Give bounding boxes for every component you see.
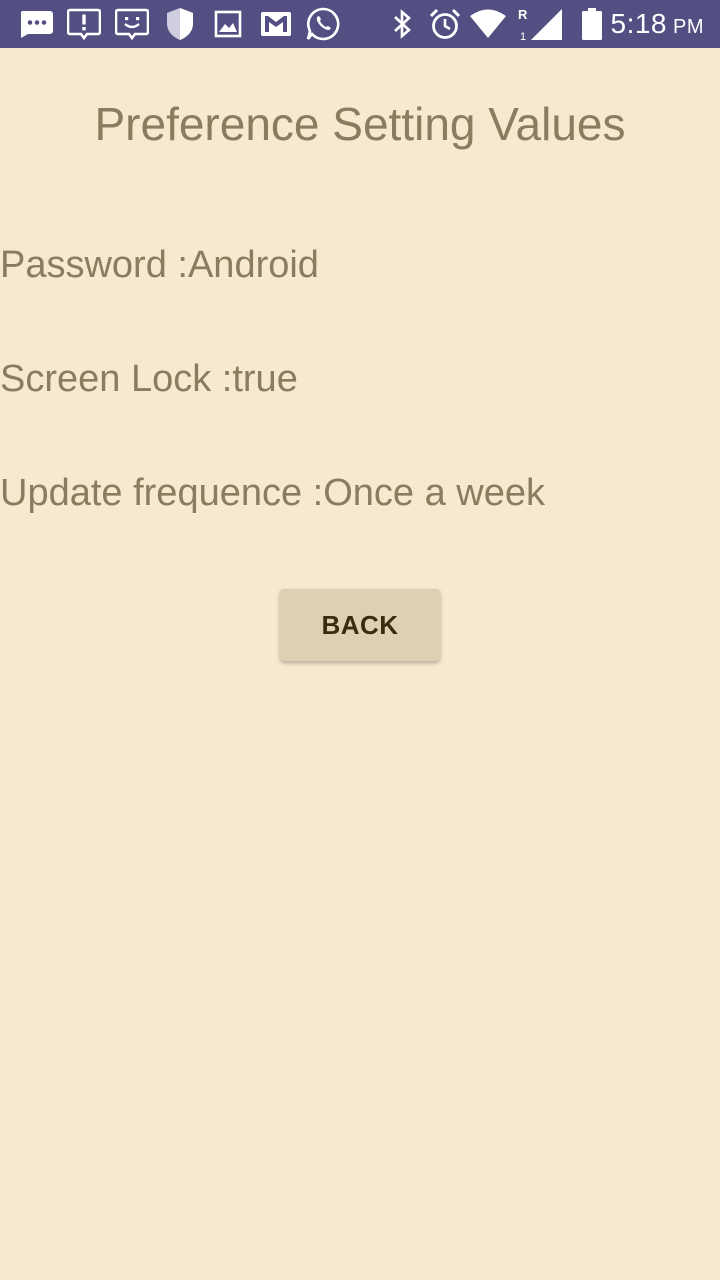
roaming-label: R	[518, 7, 528, 22]
gmail-icon[interactable]	[260, 6, 292, 42]
whatsapp-icon[interactable]	[306, 6, 340, 42]
cell-signal-icon[interactable]: R 1	[518, 6, 564, 42]
update-frequency-value: Update frequence :Once a week	[0, 472, 546, 514]
shield-icon[interactable]	[165, 6, 195, 42]
sim-label: 1	[520, 31, 526, 42]
page-title: Preference Setting Values	[94, 98, 626, 150]
image-icon[interactable]	[214, 6, 242, 42]
chat-more-icon[interactable]	[18, 6, 54, 42]
feedback-icon[interactable]	[115, 6, 149, 42]
status-clock: 5:18 PM	[611, 0, 705, 48]
battery-icon[interactable]	[581, 6, 603, 42]
status-ampm: PM	[673, 15, 704, 38]
back-button[interactable]: BACK	[280, 589, 440, 661]
wifi-icon[interactable]	[469, 6, 507, 42]
alarm-icon[interactable]	[428, 6, 462, 42]
alert-message-icon[interactable]	[67, 6, 101, 42]
status-bar: R 1 5:18 PM	[0, 0, 720, 48]
status-time: 5:18	[610, 8, 667, 39]
bluetooth-icon[interactable]	[392, 6, 414, 42]
screen-lock-value: Screen Lock :true	[0, 358, 298, 400]
password-value: Password :Android	[0, 244, 319, 286]
